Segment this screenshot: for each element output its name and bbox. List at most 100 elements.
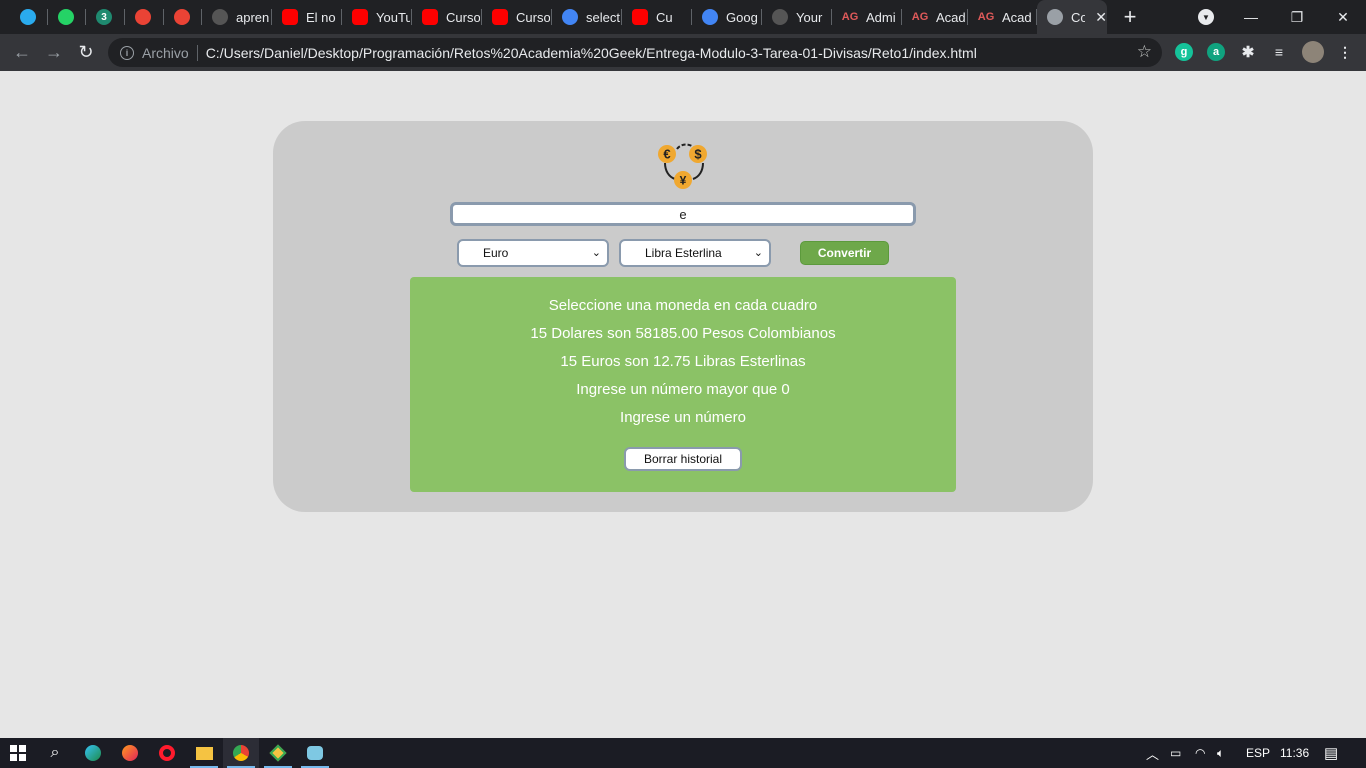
result-message: 15 Dolares son 58185.00 Pesos Colombiano… [530, 325, 836, 342]
paint-app-icon[interactable] [297, 738, 333, 768]
language-indicator[interactable]: ESP [1246, 738, 1270, 768]
address-scheme: Archivo [142, 44, 189, 61]
browser-tab[interactable] [125, 0, 164, 34]
info-icon[interactable]: i [120, 45, 134, 60]
windows-start-icon[interactable] [0, 738, 36, 768]
browser-tab[interactable]: apren [202, 0, 272, 34]
chevron-down-icon: ⌄ [591, 247, 601, 259]
address-url[interactable]: C:/Users/Daniel/Desktop/Programación/Ret… [206, 45, 977, 61]
tab-title: apren [236, 9, 270, 25]
tab-title: Curso [446, 9, 480, 25]
amount-input[interactable] [450, 202, 916, 226]
from-currency-value: Euro [483, 246, 509, 260]
windows-taskbar: ⌕ ︿ ▭ ◠ 🔈︎ ESP 11:36 ▤ [0, 738, 1366, 768]
github-icon [212, 9, 228, 25]
browser-tab[interactable] [48, 0, 86, 34]
ag-icon: AG [977, 11, 995, 23]
tab-strip: 3 apren El no YouTu Curso Curso select Cu Goog Yo… [0, 0, 1366, 34]
tab-title: Admi [866, 9, 896, 25]
tab-title: El no [306, 9, 336, 25]
tab-title: Cu [656, 9, 673, 25]
browser-tab[interactable]: select [552, 0, 622, 34]
firefox-icon[interactable] [112, 738, 148, 768]
tab-search-icon[interactable]: ▼ [1198, 9, 1214, 25]
github-icon [772, 9, 788, 25]
youtube-icon [352, 9, 368, 25]
telegram-icon [20, 9, 36, 25]
convert-button[interactable]: Convertir [800, 241, 889, 265]
browser-tab[interactable]: Your [762, 0, 832, 34]
profile-avatar[interactable] [1302, 41, 1324, 63]
gmail-icon [135, 9, 151, 25]
address-bar[interactable]: i Archivo C:/Users/Daniel/Desktop/Progra… [108, 38, 1162, 67]
browser-tab[interactable]: AG Admi [832, 0, 902, 34]
svg-text:€: € [663, 147, 670, 162]
svg-text:$: $ [694, 147, 702, 162]
result-message: Ingrese un número mayor que 0 [576, 381, 790, 398]
badge-3-icon: 3 [96, 9, 112, 25]
currency-exchange-logo: € $ ¥ [658, 143, 707, 189]
browser-toolbar: ← → ↻ i Archivo C:/Users/Daniel/Desktop/… [0, 34, 1366, 71]
tab-title: Goog [726, 9, 758, 25]
browser-tab[interactable]: El no [272, 0, 342, 34]
to-currency-select[interactable]: Libra Esterlina ⌄ [619, 239, 771, 267]
tab-title: Curso [516, 9, 550, 25]
result-message: Seleccione una moneda en cada cuadro [548, 297, 818, 314]
to-currency-value: Libra Esterlina [645, 246, 722, 260]
whatsapp-icon [58, 9, 74, 25]
browser-tab[interactable] [164, 0, 202, 34]
tab-title: Your [796, 9, 823, 25]
extensions-puzzle-icon[interactable]: ✱ [1239, 43, 1257, 61]
forward-icon[interactable]: → [42, 40, 66, 64]
result-message: 15 Euros son 12.75 Libras Esterlinas [560, 353, 806, 370]
battery-icon[interactable]: ▭ [1170, 738, 1181, 768]
google-icon [562, 9, 578, 25]
ag-icon: AG [841, 11, 859, 23]
volume-icon[interactable]: 🔈︎ [1217, 738, 1224, 768]
google-translate-icon [702, 9, 718, 25]
tray-chevron-icon[interactable]: ︿ [1146, 738, 1159, 768]
browser-tab[interactable]: AG Acad [902, 0, 968, 34]
clear-history-button[interactable]: Borrar historial [624, 447, 742, 471]
youtube-icon [282, 9, 298, 25]
tab-title: Acad [936, 9, 966, 25]
browser-tab[interactable]: Goog [692, 0, 762, 34]
browser-tab[interactable]: YouTu [342, 0, 412, 34]
minimize-button[interactable]: — [1228, 0, 1274, 34]
browser-tab[interactable]: Curso [412, 0, 482, 34]
new-tab-button[interactable]: + [1118, 4, 1142, 30]
browser-tab[interactable]: Co ✕ [1037, 0, 1107, 34]
youtube-icon [422, 9, 438, 25]
media-control-icon[interactable]: ≡ [1270, 43, 1288, 61]
browser-tab[interactable]: AG Acad [968, 0, 1037, 34]
tab-title: Co [1071, 9, 1086, 25]
tab-close-icon[interactable]: ✕ [1095, 9, 1107, 26]
result-message: Ingrese un número [620, 409, 746, 426]
file-explorer-icon[interactable] [186, 738, 222, 768]
restore-button[interactable]: ❐ [1274, 0, 1320, 34]
opera-icon[interactable] [149, 738, 185, 768]
reload-icon[interactable]: ↻ [74, 40, 98, 64]
browser-tab[interactable]: Cu [622, 0, 692, 34]
grammarly-extension-icon[interactable]: g [1175, 43, 1193, 61]
search-icon[interactable]: ⌕ [37, 738, 73, 768]
browser-tab[interactable] [10, 0, 48, 34]
address-divider [196, 44, 198, 61]
back-icon[interactable]: ← [10, 40, 34, 64]
extension-a-icon[interactable]: a [1207, 43, 1225, 61]
svg-text:¥: ¥ [680, 174, 687, 188]
browser-tab[interactable]: 3 [86, 0, 125, 34]
chrome-icon[interactable] [223, 738, 259, 768]
tab-title: YouTu [376, 9, 410, 25]
browser-tab[interactable]: Curso [482, 0, 552, 34]
edge-icon[interactable] [75, 738, 111, 768]
bookmark-star-icon[interactable]: ☆ [1137, 42, 1152, 62]
clock[interactable]: 11:36 [1280, 738, 1309, 768]
notifications-icon[interactable]: ▤ [1324, 738, 1338, 768]
youtube-icon [492, 9, 508, 25]
app-icon[interactable] [260, 738, 296, 768]
close-window-button[interactable]: ✕ [1320, 0, 1366, 34]
wifi-icon[interactable]: ◠ [1195, 738, 1205, 768]
menu-kebab-icon[interactable]: ⋮ [1336, 43, 1354, 61]
from-currency-select[interactable]: Euro ⌄ [457, 239, 609, 267]
